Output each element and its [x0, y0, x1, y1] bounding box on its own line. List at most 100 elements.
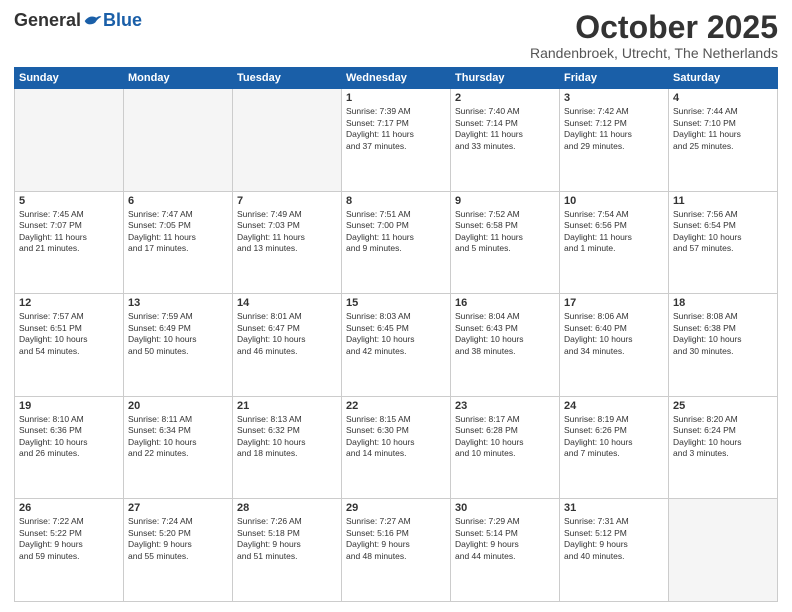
table-row: 26Sunrise: 7:22 AM Sunset: 5:22 PM Dayli…: [15, 499, 124, 602]
day-number: 29: [346, 502, 446, 514]
day-info: Sunrise: 7:44 AM Sunset: 7:10 PM Dayligh…: [673, 106, 773, 152]
day-info: Sunrise: 8:11 AM Sunset: 6:34 PM Dayligh…: [128, 414, 228, 460]
table-row: 23 Sunrise: 8:17 AM Sunset: 6:28 PM Dayli…: [451, 396, 560, 499]
day-info: Sunrise: 8:06 AM Sunset: 6:40 PM Dayligh…: [564, 311, 664, 357]
day-info: Sunrise: 7:40 AM Sunset: 7:14 PM Dayligh…: [455, 106, 555, 152]
day-info: Sunrise: 7:49 AM Sunset: 7:03 PM Dayligh…: [237, 209, 337, 255]
table-row: [669, 499, 778, 602]
logo-blue-text: Blue: [103, 10, 142, 31]
day-number: 28: [237, 502, 337, 514]
col-saturday: Saturday: [669, 68, 778, 89]
day-info: Sunrise: 7:54 AM Sunset: 6:56 PM Dayligh…: [564, 209, 664, 255]
day-number: 6: [128, 195, 228, 207]
day-info: Sunrise: 8:08 AM Sunset: 6:38 PM Dayligh…: [673, 311, 773, 357]
day-number: 24: [564, 400, 664, 412]
day-info: Sunrise: 7:26 AM Sunset: 5:18 PM Dayligh…: [237, 516, 337, 562]
day-number: 18: [673, 297, 773, 309]
day-number: 5: [19, 195, 119, 207]
month-title: October 2025: [530, 10, 778, 45]
table-row: 13 Sunrise: 7:59 AM Sunset: 6:49 PM Dayli…: [124, 294, 233, 397]
location-title: Randenbroek, Utrecht, The Netherlands: [530, 45, 778, 61]
day-info: Sunrise: 8:15 AM Sunset: 6:30 PM Dayligh…: [346, 414, 446, 460]
table-row: [15, 89, 124, 192]
table-row: 1Sunrise: 7:39 AM Sunset: 7:17 PM Daylig…: [342, 89, 451, 192]
table-row: 21 Sunrise: 8:13 AM Sunset: 6:32 PM Dayli…: [233, 396, 342, 499]
day-info: Sunrise: 7:51 AM Sunset: 7:00 PM Dayligh…: [346, 209, 446, 255]
day-number: 12: [19, 297, 119, 309]
day-number: 27: [128, 502, 228, 514]
day-number: 21: [237, 400, 337, 412]
logo-general-text: General: [14, 10, 81, 31]
table-row: 4 Sunrise: 7:44 AM Sunset: 7:10 PM Daylig…: [669, 89, 778, 192]
calendar-table: Sunday Monday Tuesday Wednesday Thursday…: [14, 67, 778, 602]
calendar-week-row: 26Sunrise: 7:22 AM Sunset: 5:22 PM Dayli…: [15, 499, 778, 602]
day-number: 8: [346, 195, 446, 207]
day-number: 4: [673, 92, 773, 104]
table-row: 16 Sunrise: 8:04 AM Sunset: 6:43 PM Dayli…: [451, 294, 560, 397]
day-number: 9: [455, 195, 555, 207]
day-number: 20: [128, 400, 228, 412]
logo: General Blue: [14, 10, 142, 31]
table-row: 25Sunrise: 8:20 AM Sunset: 6:24 PM Dayli…: [669, 396, 778, 499]
calendar-week-row: 12Sunrise: 7:57 AM Sunset: 6:51 PM Dayli…: [15, 294, 778, 397]
table-row: 28 Sunrise: 7:26 AM Sunset: 5:18 PM Dayli…: [233, 499, 342, 602]
page: General Blue October 2025 Randenbroek, U…: [0, 0, 792, 612]
col-sunday: Sunday: [15, 68, 124, 89]
day-number: 26: [19, 502, 119, 514]
day-info: Sunrise: 8:13 AM Sunset: 6:32 PM Dayligh…: [237, 414, 337, 460]
table-row: 5 Sunrise: 7:45 AM Sunset: 7:07 PM Daylig…: [15, 191, 124, 294]
day-info: Sunrise: 7:39 AM Sunset: 7:17 PM Dayligh…: [346, 106, 446, 152]
day-info: Sunrise: 8:17 AM Sunset: 6:28 PM Dayligh…: [455, 414, 555, 460]
calendar-header-row: Sunday Monday Tuesday Wednesday Thursday…: [15, 68, 778, 89]
table-row: 8 Sunrise: 7:51 AM Sunset: 7:00 PM Daylig…: [342, 191, 451, 294]
day-number: 19: [19, 400, 119, 412]
day-number: 10: [564, 195, 664, 207]
day-number: 11: [673, 195, 773, 207]
table-row: [233, 89, 342, 192]
calendar-week-row: 19 Sunrise: 8:10 AM Sunset: 6:36 PM Dayli…: [15, 396, 778, 499]
table-row: 30Sunrise: 7:29 AM Sunset: 5:14 PM Dayli…: [451, 499, 560, 602]
day-number: 7: [237, 195, 337, 207]
day-info: Sunrise: 8:01 AM Sunset: 6:47 PM Dayligh…: [237, 311, 337, 357]
day-number: 23: [455, 400, 555, 412]
day-number: 31: [564, 502, 664, 514]
table-row: 14 Sunrise: 8:01 AM Sunset: 6:47 PM Dayli…: [233, 294, 342, 397]
col-friday: Friday: [560, 68, 669, 89]
day-info: Sunrise: 7:59 AM Sunset: 6:49 PM Dayligh…: [128, 311, 228, 357]
table-row: 12Sunrise: 7:57 AM Sunset: 6:51 PM Dayli…: [15, 294, 124, 397]
day-number: 17: [564, 297, 664, 309]
day-number: 2: [455, 92, 555, 104]
table-row: 15Sunrise: 8:03 AM Sunset: 6:45 PM Dayli…: [342, 294, 451, 397]
table-row: 7 Sunrise: 7:49 AM Sunset: 7:03 PM Daylig…: [233, 191, 342, 294]
day-number: 30: [455, 502, 555, 514]
day-number: 14: [237, 297, 337, 309]
table-row: 29Sunrise: 7:27 AM Sunset: 5:16 PM Dayli…: [342, 499, 451, 602]
table-row: 18 Sunrise: 8:08 AM Sunset: 6:38 PM Dayli…: [669, 294, 778, 397]
table-row: 10 Sunrise: 7:54 AM Sunset: 6:56 PM Dayli…: [560, 191, 669, 294]
table-row: [124, 89, 233, 192]
day-info: Sunrise: 7:56 AM Sunset: 6:54 PM Dayligh…: [673, 209, 773, 255]
day-number: 22: [346, 400, 446, 412]
table-row: 3 Sunrise: 7:42 AM Sunset: 7:12 PM Daylig…: [560, 89, 669, 192]
day-number: 16: [455, 297, 555, 309]
day-number: 13: [128, 297, 228, 309]
day-info: Sunrise: 8:10 AM Sunset: 6:36 PM Dayligh…: [19, 414, 119, 460]
day-info: Sunrise: 7:47 AM Sunset: 7:05 PM Dayligh…: [128, 209, 228, 255]
title-block: October 2025 Randenbroek, Utrecht, The N…: [530, 10, 778, 61]
day-info: Sunrise: 8:19 AM Sunset: 6:26 PM Dayligh…: [564, 414, 664, 460]
table-row: 27Sunrise: 7:24 AM Sunset: 5:20 PM Dayli…: [124, 499, 233, 602]
table-row: 22 Sunrise: 8:15 AM Sunset: 6:30 PM Dayli…: [342, 396, 451, 499]
day-info: Sunrise: 8:20 AM Sunset: 6:24 PM Dayligh…: [673, 414, 773, 460]
day-info: Sunrise: 7:45 AM Sunset: 7:07 PM Dayligh…: [19, 209, 119, 255]
table-row: 2 Sunrise: 7:40 AM Sunset: 7:14 PM Daylig…: [451, 89, 560, 192]
col-wednesday: Wednesday: [342, 68, 451, 89]
table-row: 11 Sunrise: 7:56 AM Sunset: 6:54 PM Dayli…: [669, 191, 778, 294]
day-number: 3: [564, 92, 664, 104]
day-info: Sunrise: 8:04 AM Sunset: 6:43 PM Dayligh…: [455, 311, 555, 357]
col-tuesday: Tuesday: [233, 68, 342, 89]
day-info: Sunrise: 7:52 AM Sunset: 6:58 PM Dayligh…: [455, 209, 555, 255]
table-row: 19 Sunrise: 8:10 AM Sunset: 6:36 PM Dayli…: [15, 396, 124, 499]
table-row: 17 Sunrise: 8:06 AM Sunset: 6:40 PM Dayli…: [560, 294, 669, 397]
day-info: Sunrise: 7:42 AM Sunset: 7:12 PM Dayligh…: [564, 106, 664, 152]
table-row: 20 Sunrise: 8:11 AM Sunset: 6:34 PM Dayli…: [124, 396, 233, 499]
